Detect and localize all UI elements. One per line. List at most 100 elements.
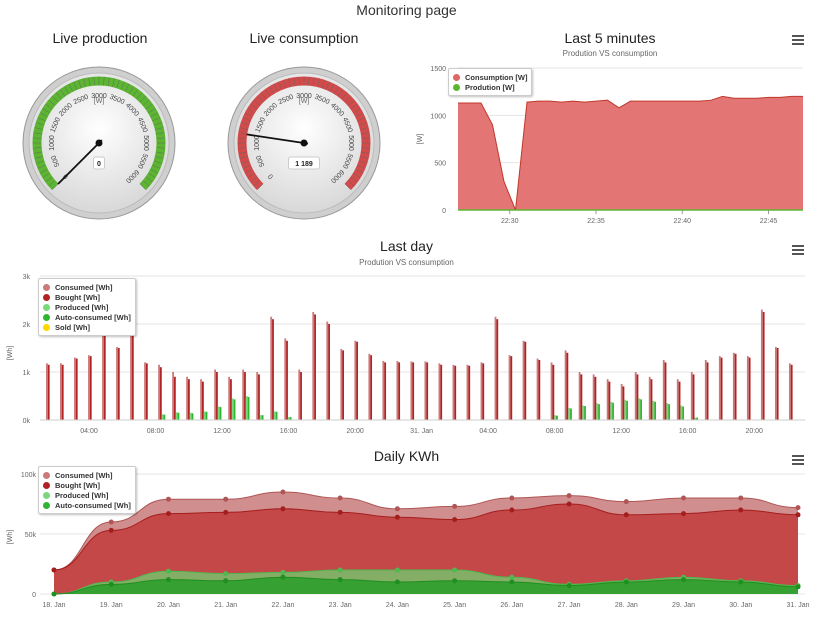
point-1 [51, 567, 57, 573]
point-3 [795, 584, 801, 590]
x-tick-label: 22:35 [587, 218, 605, 225]
y-tick-label: 100k [21, 472, 37, 479]
bar-3 [219, 407, 222, 420]
bar-0 [298, 369, 301, 420]
point-2 [509, 574, 515, 580]
bar-0 [130, 334, 132, 420]
legend-label: Auto-consumed [Wh] [55, 500, 131, 510]
bar-3 [191, 413, 194, 420]
legend-item-consumption[interactable]: Consumption [W] [453, 72, 527, 82]
point-1 [280, 506, 286, 512]
x-tick-label: 16:00 [679, 428, 697, 435]
bar-1 [748, 357, 751, 420]
bar-2 [554, 415, 557, 420]
bar-0 [522, 340, 525, 420]
legend-item-auto-consumed[interactable]: Auto-consumed [Wh] [43, 312, 131, 322]
bar-0 [634, 372, 637, 420]
bar-1 [258, 374, 260, 420]
bar-1 [692, 374, 695, 420]
legend-item-consumed[interactable]: Consumed [Wh] [43, 282, 131, 292]
bar-0 [410, 361, 413, 420]
point-0 [623, 499, 629, 505]
x-tick-label: 20. Jan [157, 602, 180, 609]
bar-0 [354, 340, 357, 420]
y-tick-label: 500 [434, 161, 446, 168]
bar-2 [203, 411, 206, 420]
x-tick-label: 12:00 [213, 428, 231, 435]
bar-1 [117, 348, 120, 420]
bar-2 [245, 396, 248, 420]
bar-0 [158, 364, 160, 420]
legend-item-consumed[interactable]: Consumed [Wh] [43, 470, 131, 480]
bar-0 [200, 379, 203, 420]
point-1 [337, 509, 343, 515]
legend-item-produced[interactable]: Produced [Wh] [43, 302, 131, 312]
bar-3 [584, 406, 586, 420]
gauge-unit: [W] [94, 98, 105, 105]
bar-0 [620, 384, 623, 420]
bar-2 [161, 414, 164, 420]
point-0 [394, 506, 400, 512]
x-tick-label: 22. Jan [271, 602, 294, 609]
lastday-menu-icon[interactable] [792, 245, 804, 255]
x-tick-label: 20:00 [346, 428, 364, 435]
legend-label: Prodution [W] [465, 82, 515, 92]
bar-0 [676, 379, 679, 420]
bar-0 [368, 353, 371, 420]
x-tick-label: 31. Jan [787, 602, 810, 609]
bar-0 [88, 355, 90, 420]
bar-0 [578, 372, 581, 420]
bar-0 [452, 364, 455, 420]
legend-item-auto-consumed[interactable]: Auto-consumed [Wh] [43, 500, 131, 510]
last5-menu-icon[interactable] [792, 35, 804, 45]
live-production-title: Live production [52, 30, 148, 46]
last5-title: Last 5 minutes [564, 30, 656, 46]
legend-item-bought[interactable]: Bought [Wh] [43, 480, 131, 490]
bar-3 [598, 404, 600, 420]
bar-1 [356, 341, 359, 420]
bar-1 [300, 372, 302, 420]
y-tick-label: 1500 [430, 66, 446, 73]
point-1 [108, 527, 114, 533]
last5-legend: Consumption [W] Prodution [W] [448, 68, 533, 96]
bar-0 [172, 372, 174, 420]
bar-0 [438, 363, 441, 420]
legend-item-produced[interactable]: Produced [Wh] [43, 490, 131, 500]
point-3 [509, 579, 515, 585]
x-tick-label: 22:40 [673, 218, 691, 225]
point-0 [738, 495, 744, 501]
point-2 [394, 567, 400, 573]
legend-dot [43, 491, 50, 499]
bar-0 [564, 350, 567, 420]
bar-2 [666, 403, 669, 420]
x-tick-label: 20:00 [745, 428, 763, 435]
point-3 [566, 583, 572, 589]
point-3 [738, 579, 744, 585]
bar-0 [592, 374, 595, 420]
bar-1 [202, 381, 204, 420]
bar-3 [261, 415, 264, 420]
x-tick-label: 21. Jan [214, 602, 237, 609]
legend-dot [43, 481, 50, 489]
live-consumption-title: Live consumption [249, 30, 359, 46]
point-0 [681, 495, 687, 501]
legend-item-sold[interactable]: Sold [Wh] [43, 322, 131, 332]
bar-0 [284, 338, 287, 420]
point-3 [165, 577, 171, 583]
bar-0 [760, 309, 763, 420]
point-1 [509, 507, 515, 513]
gauge-tick-label: 1000 [254, 135, 261, 151]
legend-label: Bought [Wh] [55, 480, 100, 490]
bar-0 [326, 321, 329, 420]
x-tick-label: 28. Jan [615, 602, 638, 609]
legend-label: Sold [Wh] [55, 322, 90, 332]
legend-item-production[interactable]: Prodution [W] [453, 82, 527, 92]
bar-3 [668, 404, 671, 420]
bar-0 [60, 363, 62, 420]
legend-item-bought[interactable]: Bought [Wh] [43, 292, 131, 302]
bar-2 [680, 405, 683, 420]
bar-0 [690, 372, 693, 420]
bar-1 [398, 362, 401, 420]
bar-3 [654, 401, 656, 420]
point-0 [108, 519, 114, 525]
